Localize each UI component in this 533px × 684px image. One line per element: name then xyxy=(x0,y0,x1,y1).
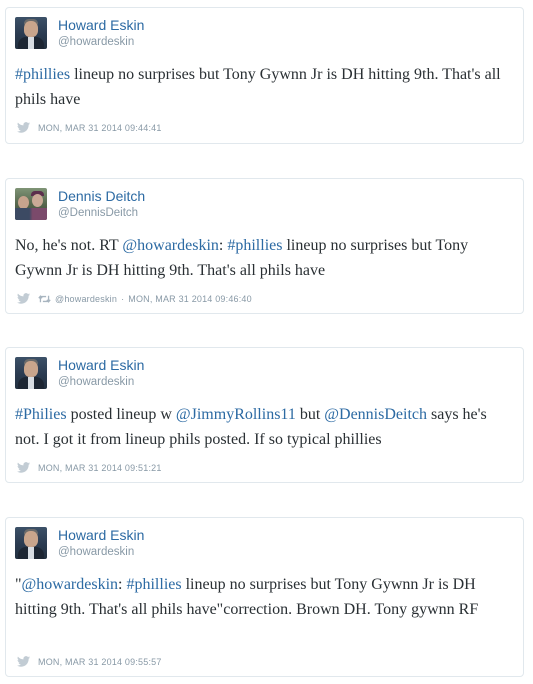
twitter-bird-icon xyxy=(17,656,30,667)
author-handle[interactable]: @DennisDeitch xyxy=(58,207,138,219)
retweet-source[interactable]: @howardeskin xyxy=(55,294,117,304)
author-name[interactable]: Howard Eskin xyxy=(58,357,144,373)
timestamp[interactable]: MON, MAR 31 2014 09:51:21 xyxy=(38,463,162,473)
twitter-bird-icon xyxy=(17,462,30,473)
hashtag-link[interactable]: #phillies xyxy=(15,66,70,83)
author-name[interactable]: Howard Eskin xyxy=(58,17,144,33)
hashtag-link[interactable]: #Philies xyxy=(15,406,67,423)
timestamp[interactable]: MON, MAR 31 2014 09:44:41 xyxy=(38,123,162,133)
mention-link[interactable]: @DennisDeitch xyxy=(324,406,427,423)
tweet-card: Dennis Deitch @DennisDeitch No, he's not… xyxy=(5,178,524,314)
avatar[interactable] xyxy=(15,17,47,49)
separator-dot: · xyxy=(121,293,125,304)
tweet-text: #phillies lineup no surprises but Tony G… xyxy=(15,62,515,112)
author-name[interactable]: Dennis Deitch xyxy=(58,188,145,204)
tweet-meta: @howardeskin · MON, MAR 31 2014 09:46:40 xyxy=(17,293,252,304)
timestamp[interactable]: MON, MAR 31 2014 09:46:40 xyxy=(128,294,252,304)
avatar[interactable] xyxy=(15,527,47,559)
hashtag-link[interactable]: #phillies xyxy=(126,576,181,593)
tweet-text: "@howardeskin: #phillies lineup no surpr… xyxy=(15,572,515,622)
retweet-icon xyxy=(38,294,51,303)
hashtag-link[interactable]: #phillies xyxy=(227,237,282,254)
tweet-text: #Philies posted lineup w @JimmyRollins11… xyxy=(15,402,515,452)
avatar[interactable] xyxy=(15,188,47,220)
author-handle[interactable]: @howardeskin xyxy=(58,36,134,48)
mention-link[interactable]: @howardeskin xyxy=(122,237,219,254)
author-handle[interactable]: @howardeskin xyxy=(58,546,134,558)
tweet-card: Howard Eskin @howardeskin "@howardeskin:… xyxy=(5,517,524,677)
tweet-text-segment: No, he's not. RT xyxy=(15,237,123,254)
tweet-text-segment: lineup no surprises but Tony Gywnn Jr is… xyxy=(15,66,501,108)
tweet-meta: MON, MAR 31 2014 09:55:57 xyxy=(17,656,162,667)
tweet-card: Howard Eskin @howardeskin #Philies poste… xyxy=(5,347,524,483)
tweet-meta: MON, MAR 31 2014 09:51:21 xyxy=(17,462,162,473)
mention-link[interactable]: @JimmyRollins11 xyxy=(176,406,296,423)
twitter-bird-icon xyxy=(17,293,30,304)
author-handle[interactable]: @howardeskin xyxy=(58,376,134,388)
mention-link[interactable]: @howardeskin xyxy=(22,576,119,593)
tweet-text-segment: but xyxy=(295,406,325,423)
tweet-meta: MON, MAR 31 2014 09:44:41 xyxy=(17,122,162,133)
tweet-text-segment: posted lineup w xyxy=(66,406,176,423)
author-name[interactable]: Howard Eskin xyxy=(58,527,144,543)
avatar[interactable] xyxy=(15,357,47,389)
tweet-text: No, he's not. RT @howardeskin: #phillies… xyxy=(15,233,515,283)
tweet-card: Howard Eskin @howardeskin #phillies line… xyxy=(5,7,524,144)
twitter-bird-icon xyxy=(17,122,30,133)
timestamp[interactable]: MON, MAR 31 2014 09:55:57 xyxy=(38,657,162,667)
